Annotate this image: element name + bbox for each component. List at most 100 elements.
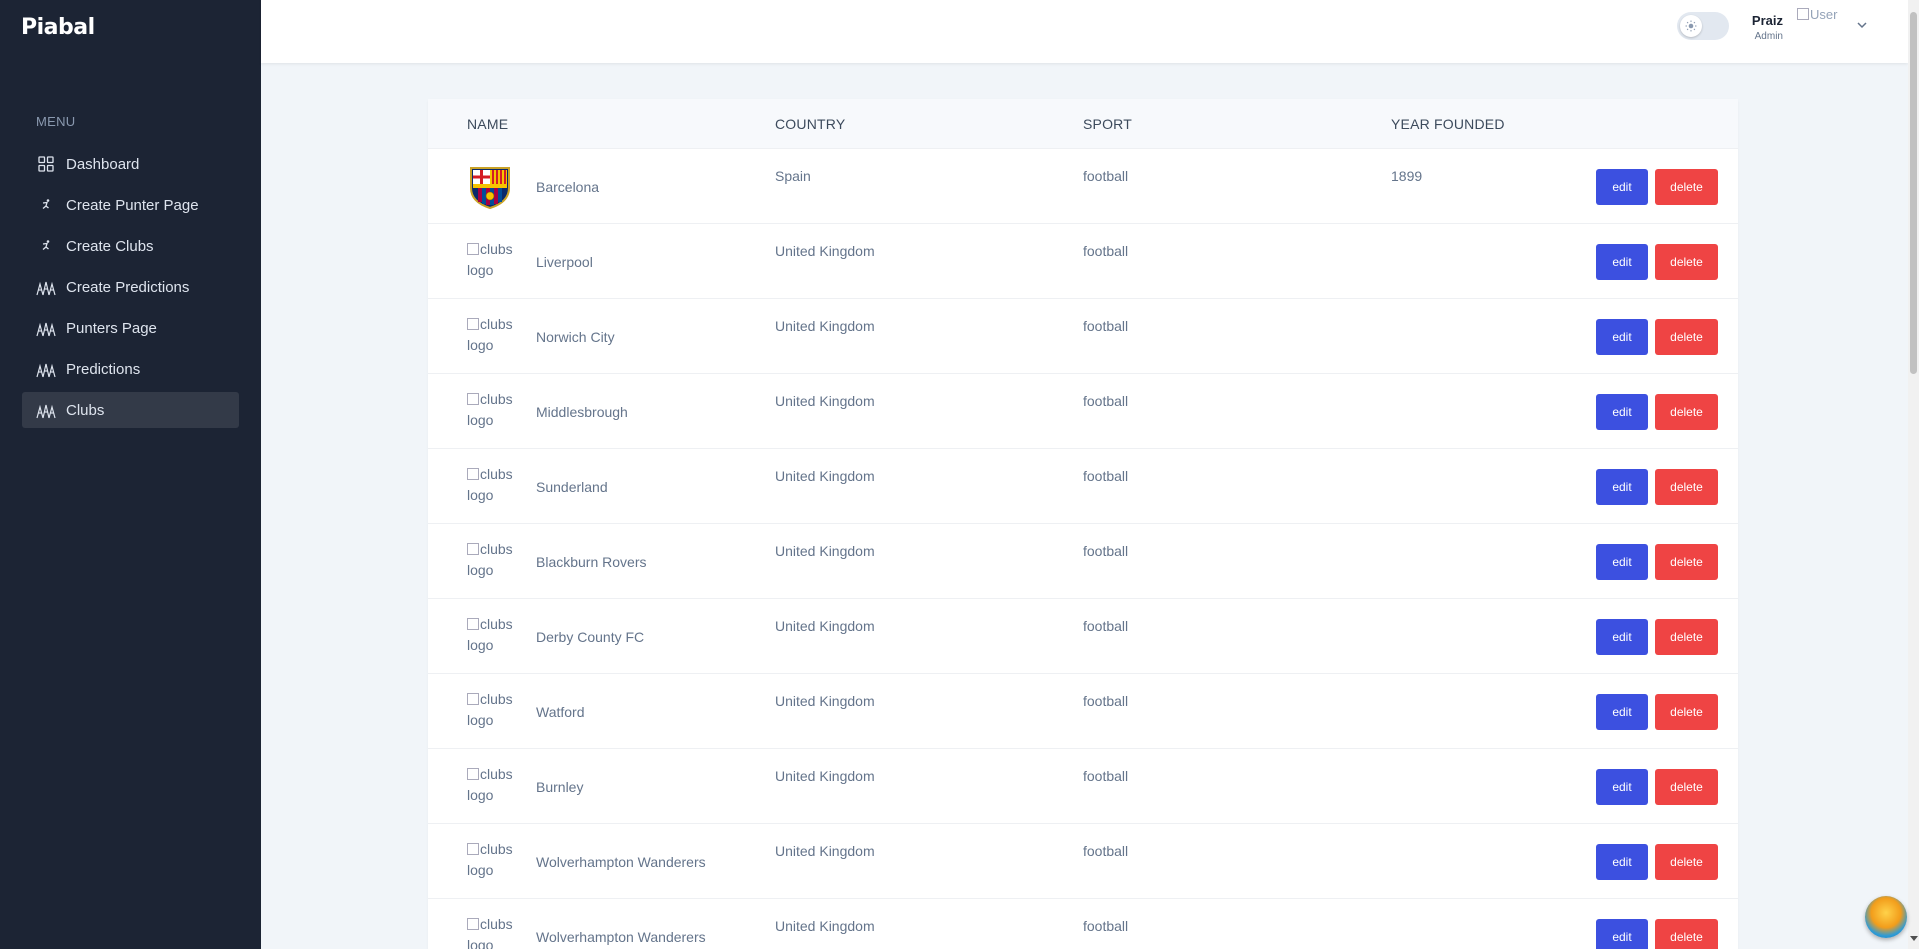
delete-button[interactable]: delete xyxy=(1655,169,1718,205)
club-logo: clubs logo xyxy=(467,239,519,284)
edit-button[interactable]: edit xyxy=(1596,619,1648,655)
sidebar-item-create-punter-page[interactable]: Create Punter Page xyxy=(22,187,239,223)
broken-image-icon xyxy=(467,543,479,555)
club-name: Burnley xyxy=(536,779,584,795)
club-logo: clubs logo xyxy=(467,464,519,509)
delete-button[interactable]: delete xyxy=(1655,769,1718,805)
table-row: clubs logo Middlesbrough United Kingdom foo… xyxy=(428,374,1738,449)
table-row: clubs logo Sunderland United Kingdom footba… xyxy=(428,449,1738,524)
scroll-down-arrow-icon[interactable] xyxy=(1910,936,1918,941)
edit-button[interactable]: edit xyxy=(1596,769,1648,805)
edit-button[interactable]: edit xyxy=(1596,694,1648,730)
broken-image-icon xyxy=(467,918,479,930)
grid-icon xyxy=(36,154,56,174)
delete-button[interactable]: delete xyxy=(1655,694,1718,730)
sidebar-item-create-predictions[interactable]: Create Predictions xyxy=(22,269,239,305)
club-sport: football xyxy=(1083,693,1129,709)
edit-button[interactable]: edit xyxy=(1596,169,1648,205)
table-body: Barcelona Spain football 1899 edit delete club… xyxy=(428,149,1738,949)
edit-button[interactable]: edit xyxy=(1596,244,1648,280)
club-logo: clubs logo xyxy=(467,389,519,434)
table-row: clubs logo Watford United Kingdom football e… xyxy=(428,674,1738,749)
club-country: United Kingdom xyxy=(775,843,875,859)
people-icon xyxy=(36,277,56,297)
delete-button[interactable]: delete xyxy=(1655,244,1718,280)
delete-button[interactable]: delete xyxy=(1655,319,1718,355)
delete-button[interactable]: delete xyxy=(1655,619,1718,655)
column-header-year-founded: YEAR FOUNDED xyxy=(1391,116,1505,132)
club-name: Sunderland xyxy=(536,479,608,495)
broken-image-icon xyxy=(467,393,479,405)
sidebar-item-label: Punters Page xyxy=(66,319,157,337)
broken-image-icon xyxy=(467,843,479,855)
sidebar-item-label: Dashboard xyxy=(66,155,140,173)
club-country: United Kingdom xyxy=(775,693,875,709)
club-sport: football xyxy=(1083,768,1129,784)
club-name: Barcelona xyxy=(536,179,600,195)
user-name: Praiz xyxy=(1751,13,1783,28)
avatar-alt-text: User xyxy=(1810,7,1838,22)
table-row: clubs logo Blackburn Rovers United Kingdom… xyxy=(428,524,1738,599)
sidebar-nav: Dashboard Create Punter Page Create Clubs C… xyxy=(22,146,239,433)
sidebar-item-dashboard[interactable]: Dashboard xyxy=(22,146,239,182)
club-logo: clubs logo xyxy=(467,539,519,584)
sidebar-item-create-clubs[interactable]: Create Clubs xyxy=(22,228,239,264)
club-country: United Kingdom xyxy=(775,318,875,334)
broken-image-icon xyxy=(467,318,479,330)
club-name: Wolverhampton Wanderers xyxy=(536,854,706,870)
club-sport: football xyxy=(1083,843,1129,859)
brand-logo[interactable]: Piabal xyxy=(21,15,95,40)
delete-button[interactable]: delete xyxy=(1655,919,1718,949)
club-logo: clubs logo xyxy=(467,614,519,659)
table-row: clubs logo Norwich City United Kingdom foot… xyxy=(428,299,1738,374)
edit-button[interactable]: edit xyxy=(1596,919,1648,949)
delete-button[interactable]: delete xyxy=(1655,469,1718,505)
sidebar-item-punters-page[interactable]: Punters Page xyxy=(22,310,239,346)
club-country: United Kingdom xyxy=(775,768,875,784)
club-country: United Kingdom xyxy=(775,243,875,259)
broken-image-icon xyxy=(467,768,479,780)
table-row: Barcelona Spain football 1899 edit delete xyxy=(428,149,1738,224)
column-header-sport: SPORT xyxy=(1083,116,1132,132)
sidebar-item-predictions[interactable]: Predictions xyxy=(22,351,239,387)
club-logo: clubs logo xyxy=(467,689,519,734)
floating-extension-icon[interactable] xyxy=(1865,896,1907,938)
table-row: clubs logo Liverpool United Kingdom footbal… xyxy=(428,224,1738,299)
edit-button[interactable]: edit xyxy=(1596,544,1648,580)
chevron-down-icon[interactable] xyxy=(1855,18,1869,32)
delete-button[interactable]: delete xyxy=(1655,844,1718,880)
table-row: clubs logo Wolverhampton Wanderers United … xyxy=(428,824,1738,899)
club-logo: clubs logo xyxy=(467,914,519,949)
club-name: Watford xyxy=(536,704,585,720)
edit-button[interactable]: edit xyxy=(1596,469,1648,505)
sun-icon xyxy=(1680,15,1702,37)
club-sport: football xyxy=(1083,918,1129,934)
club-logo: clubs logo xyxy=(467,314,519,359)
club-name: Middlesbrough xyxy=(536,404,628,420)
table-row: clubs logo Derby County FC United Kingdom f… xyxy=(428,599,1738,674)
edit-button[interactable]: edit xyxy=(1596,394,1648,430)
edit-button[interactable]: edit xyxy=(1596,844,1648,880)
user-info[interactable]: Praiz Admin xyxy=(1741,13,1783,42)
delete-button[interactable]: delete xyxy=(1655,394,1718,430)
club-name: Wolverhampton Wanderers xyxy=(536,929,706,945)
sidebar-item-label: Create Predictions xyxy=(66,278,190,296)
avatar[interactable]: User xyxy=(1797,7,1841,51)
club-country: Spain xyxy=(775,168,811,184)
people-icon xyxy=(36,359,56,379)
club-country: United Kingdom xyxy=(775,618,875,634)
sidebar-item-label: Create Clubs xyxy=(66,237,154,255)
club-country: United Kingdom xyxy=(775,468,875,484)
scrollbar-thumb[interactable] xyxy=(1910,12,1917,374)
page-scrollbar[interactable] xyxy=(1908,0,1919,949)
column-header-country: COUNTRY xyxy=(775,116,846,132)
club-country: United Kingdom xyxy=(775,543,875,559)
table-row: clubs logo Wolverhampton Wanderers United … xyxy=(428,899,1738,949)
table-header: NAME COUNTRY SPORT YEAR FOUNDED xyxy=(428,99,1738,149)
club-country: United Kingdom xyxy=(775,918,875,934)
sidebar-item-clubs[interactable]: Clubs xyxy=(22,392,239,428)
club-sport: football xyxy=(1083,543,1129,559)
delete-button[interactable]: delete xyxy=(1655,544,1718,580)
edit-button[interactable]: edit xyxy=(1596,319,1648,355)
dark-mode-toggle[interactable] xyxy=(1677,12,1729,40)
